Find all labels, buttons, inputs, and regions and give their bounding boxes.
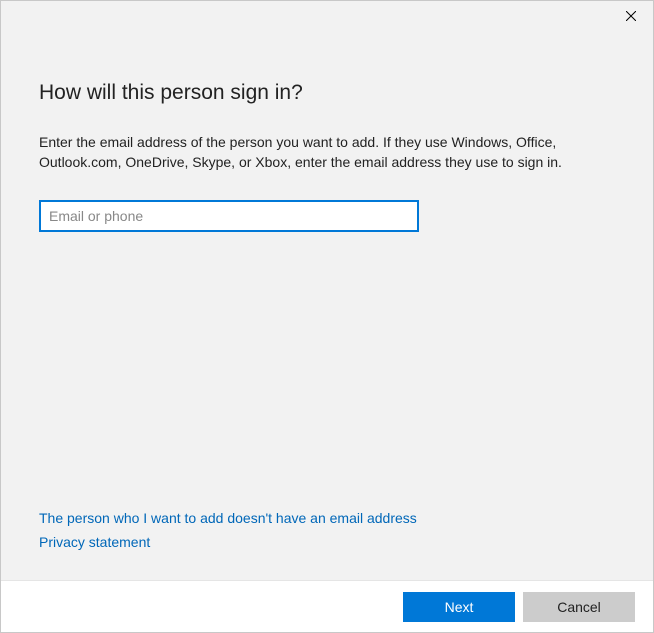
links-section: The person who I want to add doesn't hav…: [1, 510, 653, 558]
spacer: [39, 232, 615, 510]
no-email-link[interactable]: The person who I want to add doesn't hav…: [39, 510, 417, 526]
email-input[interactable]: [39, 200, 419, 232]
dialog-footer: Next Cancel: [1, 580, 653, 632]
next-button[interactable]: Next: [403, 592, 515, 622]
dialog-heading: How will this person sign in?: [39, 81, 615, 105]
titlebar: [1, 1, 653, 33]
close-button[interactable]: [608, 1, 653, 31]
privacy-link[interactable]: Privacy statement: [39, 534, 150, 550]
dialog-window: How will this person sign in? Enter the …: [0, 0, 654, 633]
cancel-button[interactable]: Cancel: [523, 592, 635, 622]
dialog-description: Enter the email address of the person yo…: [39, 133, 599, 172]
dialog-content: How will this person sign in? Enter the …: [1, 33, 653, 510]
close-icon: [626, 11, 636, 21]
